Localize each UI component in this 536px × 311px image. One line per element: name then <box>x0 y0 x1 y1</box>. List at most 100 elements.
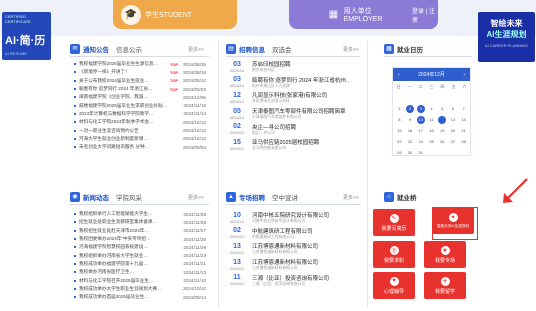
calendar-day[interactable]: 6 <box>448 104 459 113</box>
item-title[interactable]: 我校成功举办首届2025届毕业生… <box>79 294 180 300</box>
item-title[interactable]: 材料与化工学院召开2025届毕业生… <box>79 278 180 284</box>
item-title[interactable]: 《新境界—择》开讲了！ <box>79 69 168 75</box>
list-item[interactable]: 关于公布我校2024届毕业生就业… TOP 2024/05/12 <box>74 77 206 85</box>
job-name[interactable]: 中航建筑研工程有限公司 <box>252 227 313 235</box>
calendar-day[interactable]: 23 <box>405 137 416 146</box>
item-title[interactable]: 翰墨有你 追梦同行 2024 年浙江省… <box>79 86 168 92</box>
calendar-day[interactable]: 30 <box>405 148 416 157</box>
job-row[interactable]: 03 2024/12 临聘有你 逐梦同行 2024 年浙江省杭州… 杭州市萧山区人力资… <box>226 75 350 91</box>
job-row[interactable]: 13 2024/12 江苏博恩通新材料有限公司 江苏博恩通新材料有限公司 <box>226 257 350 273</box>
calendar-day[interactable]: 3 <box>415 104 426 113</box>
item-title[interactable]: 闽南福建学院《创业学院、我诚… <box>79 94 180 100</box>
item-title[interactable]: 河海大学生就业创业新制度新增… <box>79 136 180 142</box>
calendar-day[interactable]: 20 <box>448 126 459 135</box>
calendar-day[interactable]: 24 <box>415 137 426 146</box>
list-item[interactable]: 一对一职业生涯咨询预约公告 2024/10/12 <box>74 126 206 134</box>
news-more-link[interactable]: 更多>> <box>188 194 204 201</box>
next-month-icon[interactable]: › <box>463 72 465 78</box>
item-title[interactable]: 我校团委举办2024年"中央专项招… <box>79 236 180 242</box>
list-item[interactable]: 我校福建学院2025届毕业生生源信息… TOP 2024/08/29 <box>74 60 206 68</box>
bridge-button[interactable]: ✈ 我要留学 <box>424 272 466 299</box>
tab-special-recruit[interactable]: 专场招聘 <box>239 192 265 202</box>
bridge-button[interactable]: ✎ 我要写简历 <box>373 209 415 236</box>
job-name[interactable]: 江苏博恩通新材料有限公司 <box>252 258 318 266</box>
job-row[interactable]: 15 2024/11 亚马供应链2025届校园招聘 亚马供应链有限公司 <box>226 137 350 153</box>
calendar-day[interactable]: 4 <box>426 104 437 113</box>
calendar-day[interactable]: 8 <box>394 115 405 124</box>
list-item[interactable]: 材料与化工学院召开2025届毕业生… 2024/11/10 <box>74 276 206 284</box>
calendar-day[interactable]: 22 <box>394 137 405 146</box>
list-item[interactable]: 材料与化工学院2024年秋季学术会… 2024/10/12 <box>74 118 206 126</box>
job-name[interactable]: 三湘（比亚）投资咨询有限公司 <box>252 274 329 282</box>
job-name[interactable]: 央企—寻公司招聘 <box>252 123 296 131</box>
item-title[interactable]: 我校组织举办河南省大学生就业… <box>79 253 180 259</box>
calendar-day[interactable]: 11 <box>426 115 437 124</box>
calendar-day[interactable]: 18 <box>426 126 437 135</box>
calendar-day[interactable]: 29 <box>394 148 405 157</box>
job-row[interactable]: 12 2024/12 凡润显示科技(张家港)有限公司 张家港市凡润显示科技 <box>226 90 350 106</box>
calendar-day[interactable]: 16 <box>405 126 416 135</box>
tab-air-talk[interactable]: 空中宣讲 <box>272 192 298 202</box>
tab-info-public[interactable]: 信息公示 <box>116 44 142 54</box>
list-item[interactable]: 我校成功举办大学生职业生涯规划大赛… 2024/10/12 <box>74 285 206 293</box>
calendar-day[interactable]: 1 <box>394 104 405 113</box>
calendar-day[interactable]: 12 <box>437 115 448 124</box>
list-item[interactable]: 我校团委举办2024年"中央专项招… 2024/11/26 <box>74 235 206 243</box>
ai-career-ad[interactable]: 智绘未来 AI生涯规划 AI CAREER PLANNING <box>478 12 535 62</box>
list-item[interactable]: 我校举办河南省医疗卫生… 2024/11/13 <box>74 268 206 276</box>
list-item[interactable]: 河海大学生就业创业新制度新增… 2024/10/12 <box>74 135 206 143</box>
prev-month-icon[interactable]: ‹ <box>398 72 400 78</box>
item-title[interactable]: 一对一职业生涯咨询预约公告 <box>79 128 180 134</box>
tab-news[interactable]: 新闻动态 <box>83 192 109 202</box>
tab-double-select[interactable]: 双选会 <box>272 44 292 54</box>
job-name[interactable]: 天津泰图汽车零部件有限公司招聘简章 <box>252 107 346 115</box>
item-title[interactable]: 招生就业处职业生涯教研室集体备课… <box>79 219 180 225</box>
list-item[interactable]: 闽南福建学院《创业学院、我诚… 2024/12/06 <box>74 93 206 101</box>
list-item[interactable]: 鼓楼福建学院2025届毕业生求职创业补贴… 2024/11/15 <box>74 101 206 109</box>
list-item[interactable]: 我校组织举办河南省大学生就业… 2024/11/23 <box>74 251 206 259</box>
calendar-day[interactable]: 27 <box>448 137 459 146</box>
tab-college-style[interactable]: 学院风采 <box>116 192 142 202</box>
list-item[interactable]: 我校招生就业处赴天津市2024年… 2024/11/27 <box>74 227 206 235</box>
fair-more-link[interactable]: 更多>> <box>343 194 359 201</box>
list-item[interactable]: 招生就业处职业生涯教研室集体备课… 2024/11/29 <box>74 218 206 226</box>
item-title[interactable]: 材料与化工学院2024年秋季学术会… <box>79 119 180 125</box>
calendar-day[interactable]: 25 <box>426 137 437 146</box>
list-item[interactable]: 翰墨有你 追梦同行 2024 年浙江省… TOP 2024/03/03 <box>74 85 206 93</box>
list-item[interactable]: 未名创业大学问路短讯服务 分钟… 2024/09/04 <box>74 143 206 151</box>
list-item[interactable]: 河海福建学院智慧校园系统建设… 2024/11/26 <box>74 243 206 251</box>
list-item[interactable]: 我校成功举办首届2025届毕业生… 2024/09/14 <box>74 293 206 301</box>
calendar-day[interactable]: 13 <box>448 115 459 124</box>
notice-more-link[interactable]: 更多>> <box>188 46 204 53</box>
list-item[interactable]: 我校组织举行人工智能赋能大学生… 2024/11/29 <box>74 210 206 218</box>
calendar-day[interactable]: 17 <box>415 126 426 135</box>
list-item[interactable]: 《新境界—择》开讲了！ TOP 2024/06/19 <box>74 68 206 76</box>
tab-jobs[interactable]: 招聘信息 <box>239 44 265 54</box>
student-entry-banner[interactable]: 🎓 学生STUDENT <box>113 0 237 29</box>
job-row[interactable]: 13 2024/12 江苏博恩通新材料有限公司 江苏博恩通新材料有限公司 <box>226 241 350 257</box>
tab-notice[interactable]: 通知公告 <box>83 44 109 54</box>
calendar-day[interactable]: 21 <box>458 126 469 135</box>
item-title[interactable]: 未名创业大学问路短讯服务 分钟… <box>79 144 180 150</box>
calendar-day[interactable]: 26 <box>437 137 448 146</box>
job-row[interactable]: 03 2024/12 苏启印校园招聘 南京市苏州区 <box>226 59 350 75</box>
calendar-day[interactable]: 5 <box>437 104 448 113</box>
item-title[interactable]: 我校举办河南省医疗卫生… <box>79 269 180 275</box>
job-row[interactable]: 10 2024/12 河南中核五院研究设计有限公司 河南中核五院研究设计有限公司 <box>226 210 350 226</box>
bridge-button[interactable]: ◎ 我要求职 <box>373 241 415 268</box>
item-title[interactable]: 2024年计算机与数据科学学院教学… <box>79 111 180 117</box>
calendar-day[interactable]: 2 <box>405 104 416 113</box>
bridge-button[interactable]: ♥ 心理辅导 <box>373 272 415 299</box>
job-row[interactable]: 05 2024/12 天津泰图汽车零部件有限公司招聘简章 天津泰图汽车零部件有限公司 <box>226 106 350 122</box>
item-title[interactable]: 鼓楼福建学院2025届毕业生求职创业补贴… <box>79 103 180 109</box>
item-title[interactable]: 我校组织举行人工智能赋能大学生… <box>79 211 180 217</box>
job-row[interactable]: 11 2024/12 三湘（比亚）投资咨询有限公司 三湘（比亚）投资咨询有限公司 <box>226 272 350 288</box>
employer-entry-banner[interactable]: ▦ 用人单位EMPLOYER 登录 | 注册 <box>289 0 438 29</box>
item-title[interactable]: 关于公布我校2024届毕业生就业… <box>79 78 168 84</box>
calendar-day[interactable]: 31 <box>415 148 426 157</box>
login-register-link[interactable]: 登录 | 注册 <box>412 6 438 24</box>
item-title[interactable]: 我校成功举办福建学院第十九届… <box>79 261 180 267</box>
bridge-button[interactable]: ★ 我要专场 <box>424 241 466 268</box>
item-title[interactable]: 我校福建学院2025届毕业生生源信息… <box>79 61 168 67</box>
item-title[interactable]: 我校成功举办大学生职业生涯规划大赛… <box>79 286 180 292</box>
